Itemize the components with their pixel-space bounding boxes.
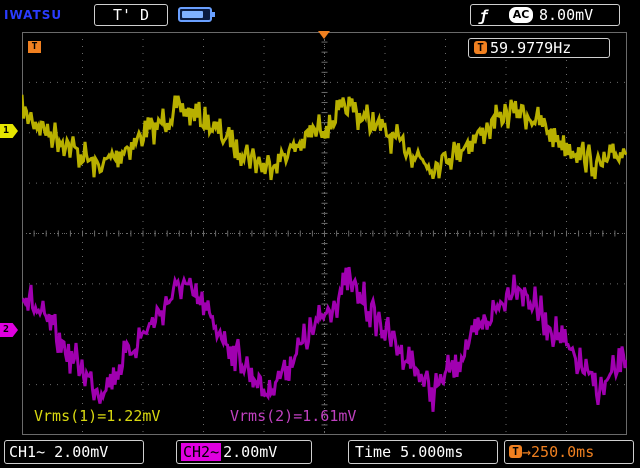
bottom-status-bar: CH1~ 2.00mV CH2~ 2.00mV Time 5.000ms T →25… (0, 436, 640, 468)
battery-tip (212, 12, 215, 17)
trigger-marker-icon: T (28, 41, 41, 53)
ch1-level-marker[interactable]: 1 (0, 124, 18, 138)
top-status-bar: IWATSU T' D ƒ AC 8.00mV (0, 0, 640, 30)
frequency-trigger-icon: T (474, 41, 487, 54)
trigger-settings[interactable]: ƒ AC 8.00mV (470, 4, 620, 26)
brand-logo: IWATSU (4, 8, 63, 22)
ch2-level-marker[interactable]: 2 (0, 323, 18, 337)
battery-icon (178, 7, 215, 22)
delay-trigger-icon: T (509, 444, 522, 458)
waveform-display[interactable] (22, 32, 627, 435)
ch1-scale[interactable]: CH1~ 2.00mV (4, 440, 144, 464)
trigger-status[interactable]: T' D (94, 4, 168, 26)
trigger-position-arrow-icon[interactable] (318, 31, 330, 39)
ch1-vrms-measurement: Vrms(1)=1.22mV (34, 407, 161, 425)
trigger-coupling-badge: AC (509, 7, 533, 23)
delay-value: →250.0ms (522, 443, 595, 461)
battery-level (182, 11, 203, 18)
rising-edge-icon: ƒ (479, 7, 489, 25)
frequency-readout: T 59.9779Hz (468, 38, 610, 58)
trigger-level: 8.00mV (539, 6, 594, 24)
timebase[interactable]: Time 5.000ms (348, 440, 498, 464)
ch2-vrms-measurement: Vrms(2)=1.61mV (230, 407, 357, 425)
ch2-tag: CH2~ (181, 443, 222, 461)
ch2-scale: 2.00mV (223, 443, 278, 461)
ch2-scale-box[interactable]: CH2~ 2.00mV (176, 440, 312, 464)
frequency-value: 59.9779Hz (490, 39, 572, 57)
waveform-canvas (22, 32, 627, 435)
trigger-delay[interactable]: T →250.0ms (504, 440, 634, 464)
